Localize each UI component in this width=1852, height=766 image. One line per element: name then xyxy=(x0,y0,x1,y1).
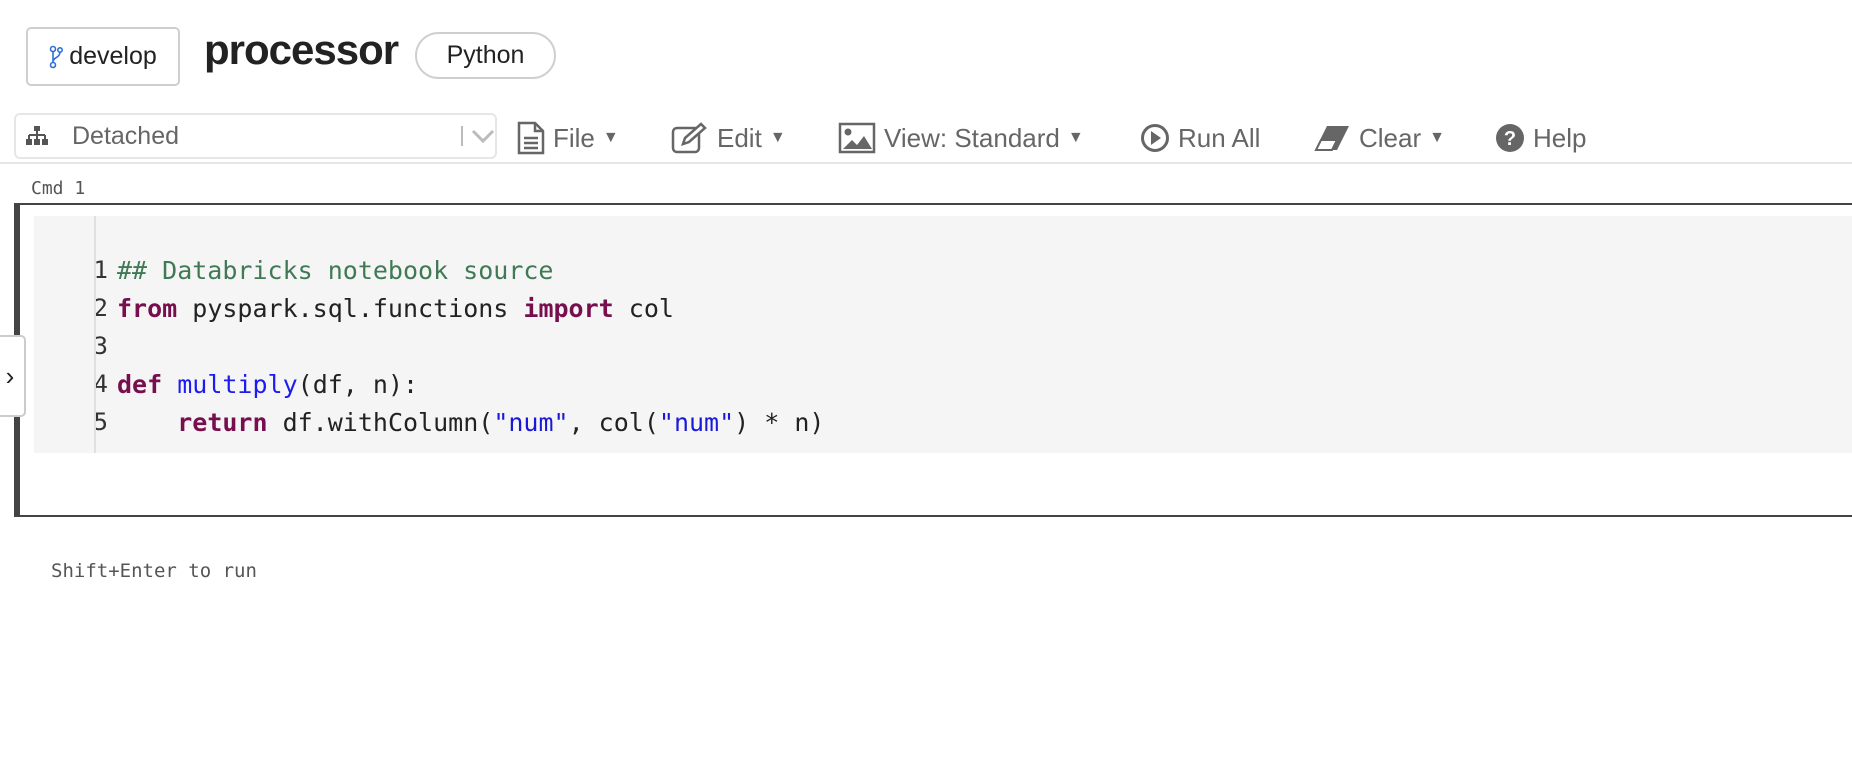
code-line-4: def multiply(df, n): xyxy=(117,370,418,399)
keyword: from xyxy=(117,294,178,323)
branch-button[interactable]: develop xyxy=(26,27,180,86)
chevron-down-icon xyxy=(471,129,495,144)
cluster-label: Detached xyxy=(72,121,180,150)
code-line-1: ## Databricks notebook source xyxy=(117,256,554,285)
line-number: 1 xyxy=(93,256,108,284)
chevron-right-icon: › xyxy=(5,360,15,391)
cluster-icon xyxy=(26,126,48,145)
clear-label: Clear xyxy=(1359,122,1422,153)
help-icon: ? xyxy=(1496,124,1524,152)
branch-name: develop xyxy=(69,42,157,70)
run-all-label: Run All xyxy=(1178,122,1261,153)
edit-label: Edit xyxy=(717,122,762,153)
eraser-icon xyxy=(1314,126,1349,151)
code-line-5: return df.withColumn("num", col("num") *… xyxy=(117,408,824,437)
code-text: df.withColumn( xyxy=(267,408,494,437)
code-text: , col( xyxy=(568,408,659,437)
line-number: 5 xyxy=(93,408,108,436)
code-line-2: from pyspark.sql.functions import col xyxy=(117,294,674,323)
run-hint: Shift+Enter to run xyxy=(51,560,257,582)
help-label: Help xyxy=(1533,122,1587,153)
comment: ## Databricks notebook source xyxy=(117,256,554,285)
toolbar-divider xyxy=(0,162,1852,164)
run-all-button[interactable]: Run All xyxy=(1140,116,1260,160)
file-label: File xyxy=(553,122,595,153)
view-menu[interactable]: View: Standard ▼ xyxy=(838,116,1084,160)
string: "num" xyxy=(493,408,569,437)
image-icon xyxy=(838,122,876,154)
function-name: multiply xyxy=(177,370,298,399)
file-menu[interactable]: File ▼ xyxy=(517,116,619,160)
keyword: def xyxy=(117,370,163,399)
caret-down-icon: ▼ xyxy=(1067,129,1084,146)
view-label: View: Standard xyxy=(884,122,1060,153)
help-button[interactable]: ? Help xyxy=(1495,116,1586,160)
line-number: 4 xyxy=(93,370,108,398)
code-text: pyspark.sql.functions xyxy=(177,294,524,323)
line-number: 3 xyxy=(93,332,108,360)
play-circle-icon xyxy=(1141,124,1169,152)
code-text: ) * n) xyxy=(734,408,825,437)
file-icon xyxy=(517,121,545,155)
caret-down-icon: ▼ xyxy=(602,129,619,146)
gutter-divider xyxy=(94,216,96,453)
language-badge[interactable]: Python xyxy=(415,32,556,79)
keyword: return xyxy=(177,408,268,437)
divider xyxy=(461,126,463,146)
caret-down-icon: ▼ xyxy=(769,129,786,146)
notebook-title[interactable]: processor xyxy=(204,26,399,74)
svg-text:?: ? xyxy=(1504,128,1516,150)
keyword: import xyxy=(523,294,614,323)
string: "num" xyxy=(658,408,735,437)
code-text: (df, n): xyxy=(297,370,419,399)
line-number: 2 xyxy=(93,294,108,322)
edit-menu[interactable]: Edit ▼ xyxy=(671,116,786,160)
git-branch-icon xyxy=(49,45,64,68)
caret-down-icon: ▼ xyxy=(1429,129,1445,146)
expand-sidebar-button[interactable]: › xyxy=(0,335,26,417)
edit-icon xyxy=(671,122,707,154)
code-text: col xyxy=(613,294,674,323)
cluster-select[interactable]: Detached xyxy=(14,113,497,159)
cell-label: Cmd 1 xyxy=(31,178,86,199)
clear-menu[interactable]: Clear ▼ xyxy=(1313,116,1445,160)
